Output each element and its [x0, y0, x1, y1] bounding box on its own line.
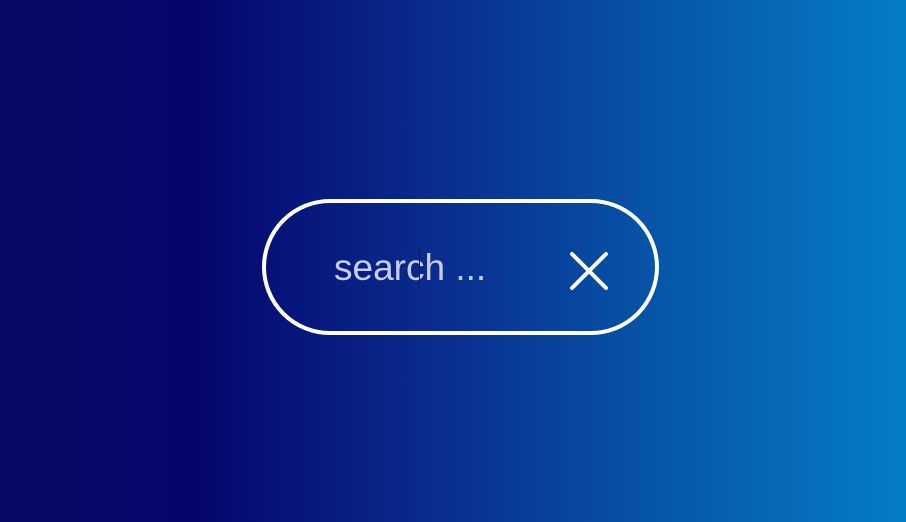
clear-search-button[interactable] [566, 248, 612, 294]
search-box[interactable] [262, 199, 659, 335]
close-icon [566, 248, 612, 294]
search-input[interactable] [334, 243, 524, 293]
text-cursor [419, 246, 420, 290]
